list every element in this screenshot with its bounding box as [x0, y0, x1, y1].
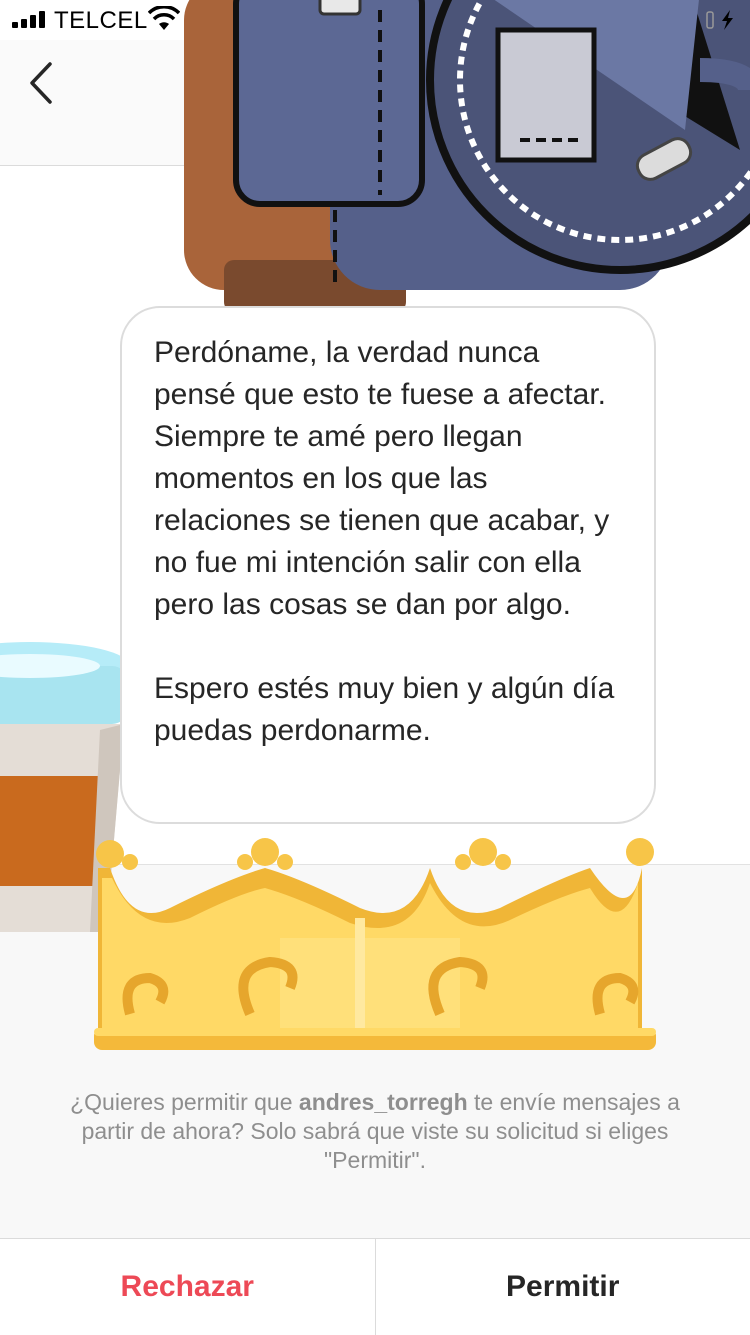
- action-bar: Rechazar Permitir: [0, 1238, 750, 1335]
- request-prefix: ¿Quieres permitir que: [70, 1089, 299, 1115]
- status-bar: TELCEL: [0, 0, 750, 40]
- wifi-icon: [148, 6, 180, 32]
- backpack-sticker: [180, 0, 750, 320]
- back-chevron-icon[interactable]: [22, 58, 62, 108]
- crown-sticker: [90, 838, 660, 1058]
- sender-username: andres_torregh: [299, 1089, 468, 1115]
- decline-button[interactable]: Rechazar: [0, 1239, 376, 1335]
- message-paragraph-1: Perdóname, la verdad nunca pensé que est…: [154, 332, 624, 626]
- carrier-name: TELCEL: [54, 7, 148, 35]
- signal-icon: [12, 10, 45, 28]
- message-paragraph-2: Espero estés muy bien y algún día puedas…: [154, 668, 624, 752]
- message-request-text: ¿Quieres permitir que andres_torregh te …: [60, 1088, 690, 1175]
- message-bubble: Perdóname, la verdad nunca pensé que est…: [120, 306, 656, 824]
- allow-button[interactable]: Permitir: [376, 1239, 750, 1335]
- charging-icon: [706, 8, 740, 32]
